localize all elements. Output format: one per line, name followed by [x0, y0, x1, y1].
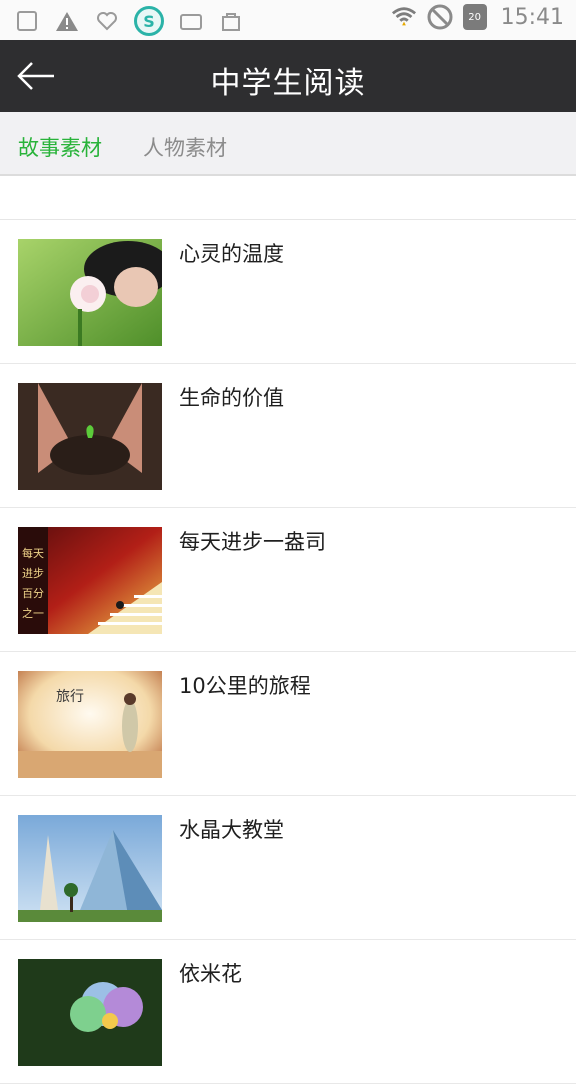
thumbnail-image	[18, 815, 162, 922]
item-title: 心灵的温度	[179, 242, 284, 266]
wifi-icon	[391, 4, 417, 30]
bag-icon	[218, 8, 244, 34]
thumbnail-image	[18, 959, 162, 1066]
list-spacer	[0, 178, 576, 220]
clock: 15:41	[500, 4, 564, 30]
page-title: 中学生阅读	[210, 66, 366, 101]
item-title: 依米花	[179, 962, 242, 986]
list-item[interactable]: 依米花	[0, 940, 576, 1084]
status-bar: S 20 15:41	[0, 0, 576, 40]
thumbnail-image: 每天 进步 百分 之一	[18, 527, 162, 634]
warning-icon	[54, 8, 80, 34]
thumbnail-image: 旅行	[18, 671, 162, 778]
list-item[interactable]: 生命的价值	[0, 364, 576, 508]
svg-text:之一: 之一	[22, 606, 44, 620]
item-title: 生命的价值	[179, 386, 284, 410]
thumbnail-caption: 每天	[22, 546, 44, 560]
app-header: 中学生阅读	[0, 40, 576, 112]
item-title: 10公里的旅程	[179, 674, 311, 698]
thumbnail-caption: 旅行	[56, 689, 84, 705]
svg-text:进步: 进步	[22, 567, 44, 580]
list-item[interactable]: 水晶大教堂	[0, 796, 576, 940]
item-title: 每天进步一盎司	[179, 530, 326, 554]
security-shield-icon: S	[134, 6, 164, 36]
list-item[interactable]: 心灵的温度	[0, 220, 576, 364]
heart-icon	[94, 8, 120, 34]
item-title: 水晶大教堂	[179, 818, 284, 842]
thumbnail-image	[18, 383, 162, 490]
android-update-icon: 20	[462, 4, 487, 30]
no-disturb-icon	[427, 4, 453, 30]
list-item[interactable]: 每天 进步 百分 之一 每天进步一盎司	[0, 508, 576, 652]
folder-icon	[178, 8, 204, 34]
thumbnail-image	[18, 239, 162, 346]
tab-bar: 故事素材 人物素材	[0, 112, 576, 176]
list-item[interactable]: 旅行 10公里的旅程	[0, 652, 576, 796]
tab-person-material[interactable]: 人物素材	[143, 132, 227, 162]
tab-story-material[interactable]: 故事素材	[18, 132, 102, 162]
image-icon	[14, 8, 40, 34]
story-list: 心灵的温度 生命的价值 每天 进步 百分 之一 每天进步一盎司 旅行 10公里的…	[0, 220, 576, 1084]
svg-text:百分: 百分	[22, 587, 44, 600]
